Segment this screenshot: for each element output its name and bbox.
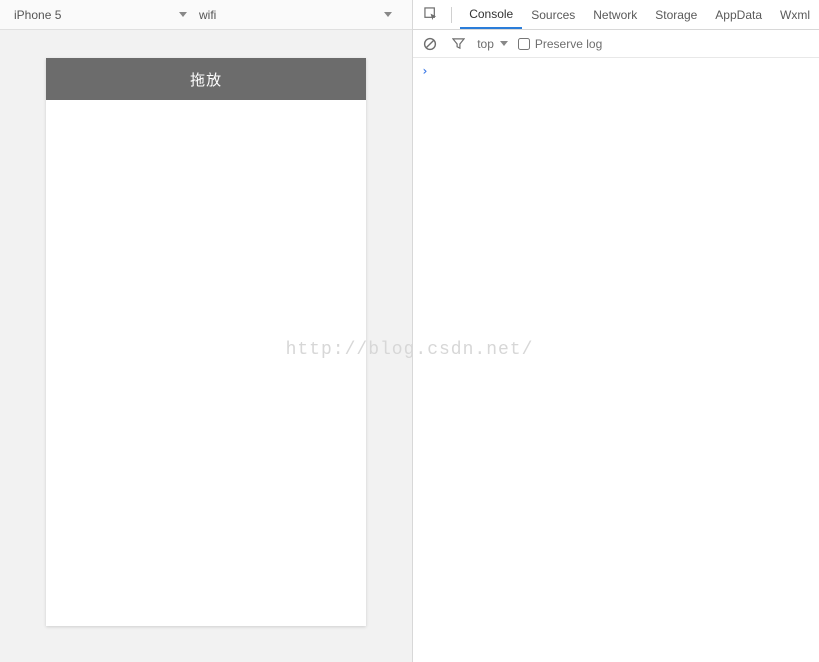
chevron-down-icon bbox=[500, 41, 508, 46]
inspect-icon bbox=[424, 7, 439, 22]
tab-storage[interactable]: Storage bbox=[646, 0, 706, 29]
network-select-value: wifi bbox=[199, 8, 216, 22]
context-select-value: top bbox=[477, 37, 494, 51]
preserve-log-toggle[interactable]: Preserve log bbox=[518, 37, 602, 51]
app-body[interactable] bbox=[46, 100, 366, 626]
chevron-down-icon bbox=[384, 12, 392, 17]
app-title: 拖放 bbox=[190, 69, 222, 90]
tab-label: Sources bbox=[531, 8, 575, 22]
filter-icon bbox=[452, 37, 465, 50]
inspect-button[interactable] bbox=[419, 3, 443, 27]
simulator-panel: iPhone 5 wifi 拖放 bbox=[0, 0, 413, 662]
simulator-topbar: iPhone 5 wifi bbox=[0, 0, 412, 30]
device-select[interactable]: iPhone 5 bbox=[10, 0, 195, 29]
context-select[interactable]: top bbox=[477, 37, 508, 51]
divider bbox=[451, 7, 452, 23]
network-select[interactable]: wifi bbox=[195, 0, 400, 29]
chevron-down-icon bbox=[179, 12, 187, 17]
tab-console[interactable]: Console bbox=[460, 0, 522, 29]
tab-label: Storage bbox=[655, 8, 697, 22]
devtools-tabbar: Console Sources Network Storage AppData … bbox=[413, 0, 819, 30]
tab-appdata[interactable]: AppData bbox=[706, 0, 771, 29]
console-output[interactable]: › bbox=[413, 58, 819, 662]
console-toolbar: top Preserve log bbox=[413, 30, 819, 58]
tab-wxml[interactable]: Wxml bbox=[771, 0, 819, 29]
ban-icon bbox=[423, 37, 437, 51]
device-select-value: iPhone 5 bbox=[14, 8, 61, 22]
tab-label: Console bbox=[469, 7, 513, 21]
filter-button[interactable] bbox=[449, 35, 467, 53]
tab-label: AppData bbox=[715, 8, 762, 22]
preserve-log-label: Preserve log bbox=[535, 37, 602, 51]
devtools-panel: Console Sources Network Storage AppData … bbox=[413, 0, 819, 662]
tab-label: Wxml bbox=[780, 8, 810, 22]
console-prompt-icon: › bbox=[421, 64, 428, 78]
clear-console-button[interactable] bbox=[421, 35, 439, 53]
device-screen[interactable]: 拖放 bbox=[46, 58, 366, 626]
tab-network[interactable]: Network bbox=[584, 0, 646, 29]
tab-sources[interactable]: Sources bbox=[522, 0, 584, 29]
preserve-log-checkbox[interactable] bbox=[518, 38, 530, 50]
app-header: 拖放 bbox=[46, 58, 366, 100]
tab-label: Network bbox=[593, 8, 637, 22]
simulator-stage: 拖放 bbox=[0, 30, 412, 662]
